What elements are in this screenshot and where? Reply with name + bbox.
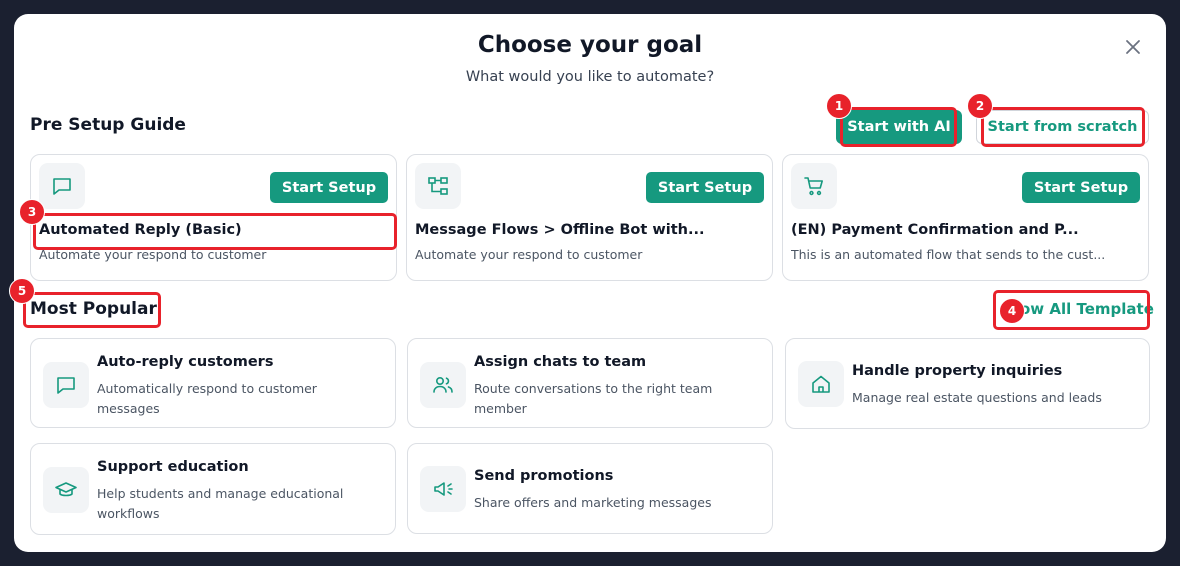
annotation-number: 4	[999, 298, 1025, 324]
users-icon	[420, 362, 466, 408]
popular-card[interactable]: Send promotions Share offers and marketi…	[407, 443, 773, 534]
popular-card-title: Send promotions	[474, 468, 614, 484]
annotation-box	[23, 292, 161, 328]
close-icon[interactable]	[1123, 37, 1143, 57]
workflow-icon	[415, 163, 461, 209]
start-setup-button[interactable]: Start Setup	[646, 172, 764, 203]
start-setup-button[interactable]: Start Setup	[1022, 172, 1140, 203]
pre-setup-heading: Pre Setup Guide	[30, 115, 186, 135]
popular-card-title: Handle property inquiries	[852, 363, 1063, 379]
annotation-number: 3	[19, 199, 45, 225]
popular-card-desc: Route conversations to the right team me…	[474, 381, 713, 416]
message-square-icon	[39, 163, 85, 209]
modal-subtitle: What would you like to automate?	[465, 69, 715, 85]
shopping-cart-icon	[791, 163, 837, 209]
popular-card[interactable]: Support education Help students and mana…	[30, 443, 396, 535]
annotation-number: 2	[967, 93, 993, 119]
annotation-box	[33, 213, 397, 250]
home-icon	[798, 361, 844, 407]
setup-card-title: Message Flows > Offline Bot with...	[415, 222, 705, 238]
popular-card[interactable]: Handle property inquiries Manage real es…	[785, 338, 1150, 429]
megaphone-icon	[420, 466, 466, 512]
modal-title: Choose your goal	[477, 32, 703, 58]
popular-card-desc: Manage real estate questions and leads	[852, 390, 1102, 405]
setup-card-title: (EN) Payment Confirmation and P...	[791, 222, 1079, 238]
graduation-cap-icon	[43, 467, 89, 513]
choose-goal-modal: Choose your goal What would you like to …	[9, 14, 1166, 552]
message-square-icon	[43, 362, 89, 408]
popular-card-title: Support education	[97, 459, 249, 475]
popular-card-title: Assign chats to team	[474, 354, 647, 370]
popular-card[interactable]: Auto-reply customers Automatically respo…	[30, 338, 396, 428]
setup-card-desc: Automate your respond to customer	[415, 247, 643, 262]
annotation-number: 5	[9, 278, 35, 304]
annotation-box	[840, 107, 957, 147]
popular-card-desc: Automatically respond to customer messag…	[97, 381, 317, 416]
annotation-box	[981, 107, 1145, 147]
setup-card-desc: This is an automated flow that sends to …	[791, 247, 1106, 262]
start-setup-button[interactable]: Start Setup	[270, 172, 388, 203]
popular-card-desc: Help students and manage educational wor…	[97, 486, 344, 521]
popular-card-title: Auto-reply customers	[97, 354, 274, 370]
setup-card[interactable]: Start Setup Message Flows > Offline Bot …	[406, 154, 773, 281]
annotation-number: 1	[826, 93, 852, 119]
setup-card[interactable]: Start Setup (EN) Payment Confirmation an…	[782, 154, 1149, 281]
popular-card-desc: Share offers and marketing messages	[474, 495, 712, 510]
popular-card[interactable]: Assign chats to team Route conversations…	[407, 338, 773, 428]
